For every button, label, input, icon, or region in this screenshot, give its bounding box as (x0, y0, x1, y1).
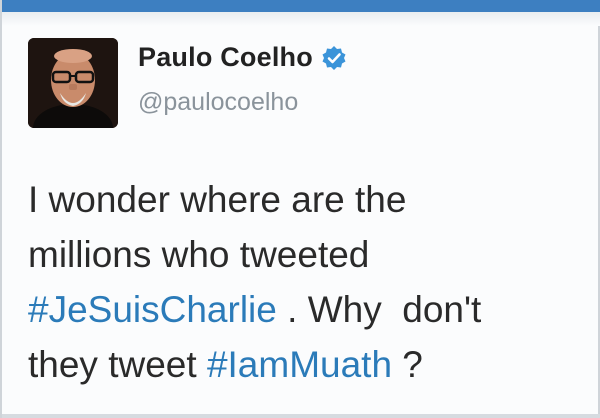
name-row: Paulo Coelho (138, 42, 347, 73)
display-name[interactable]: Paulo Coelho (138, 42, 313, 73)
verified-badge-icon (322, 45, 346, 70)
tweet-text-segment: . Why don't (276, 289, 482, 330)
avatar[interactable] (28, 38, 118, 128)
top-bar-shadow (2, 12, 600, 26)
hashtag-link[interactable]: #IamMuath (207, 344, 392, 385)
tweet-card: Paulo Coelho @paulocoelho I wonder where… (0, 0, 600, 418)
tweet-line-4: they tweet #IamMuath ? (28, 337, 588, 392)
profile-photo-icon (28, 38, 118, 128)
tweet-text-segment: ? (392, 344, 423, 385)
tweet-line-2: millions who tweeted (28, 234, 370, 275)
hashtag-link[interactable]: #JeSuisCharlie (28, 289, 277, 330)
tweet-line-1: I wonder where are the (28, 179, 407, 220)
tweet-text: I wonder where are the millions who twee… (28, 172, 588, 392)
user-handle[interactable]: @paulocoelho (138, 88, 298, 117)
top-accent-bar (2, 0, 600, 12)
tweet-text-segment: they tweet (28, 344, 207, 385)
tweet-header: Paulo Coelho @paulocoelho (28, 38, 588, 138)
bottom-divider (2, 414, 600, 418)
tweet-line-3: #JeSuisCharlie . Why don't (28, 282, 588, 337)
